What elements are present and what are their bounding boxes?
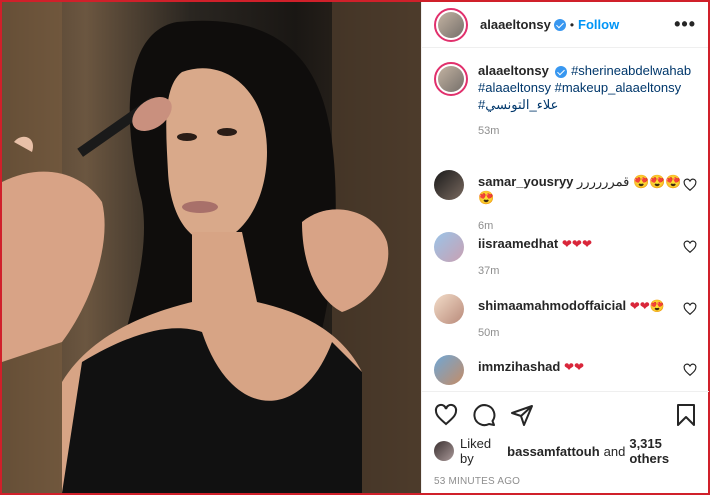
post-image[interactable] <box>2 2 421 493</box>
author-avatar[interactable] <box>434 7 468 42</box>
comment-time: 6m <box>478 220 494 232</box>
post-timestamp: 53 MINUTES AGO <box>434 476 521 487</box>
verified-icon <box>553 18 566 31</box>
comment-row: immzihashad ❤❤ <box>422 355 709 385</box>
likes-summary: Liked by bassamfattouh and 3,315 others <box>434 436 697 466</box>
commenter-username[interactable]: iisraamedhat <box>478 236 558 251</box>
hashtag-link[interactable]: #علاء_التونسي <box>478 97 558 112</box>
heart-icon[interactable] <box>683 363 697 377</box>
hashtag-link[interactable]: #sherineabdelwahab <box>571 63 691 78</box>
post-photo-illustration <box>2 2 421 493</box>
more-icon[interactable]: ••• <box>674 14 696 35</box>
post-side-panel: alaaeltonsy • Follow ••• alaaeltonsy #sh… <box>421 2 709 495</box>
commenter-avatar[interactable] <box>434 355 464 385</box>
bookmark-icon[interactable] <box>675 403 697 427</box>
heart-icon[interactable] <box>434 403 458 427</box>
comment-icon[interactable] <box>472 403 496 427</box>
post-actions: Liked by bassamfattouh and 3,315 others … <box>422 391 709 495</box>
comment-row: iisraamedhat ❤❤❤ 37m <box>422 232 709 277</box>
heart-icon[interactable] <box>683 302 697 316</box>
likes-prefix: Liked by <box>460 436 492 466</box>
likes-count[interactable]: 3,315 others <box>629 436 697 466</box>
commenter-avatar[interactable] <box>434 170 464 200</box>
comment-emoji: ❤❤ <box>563 360 585 374</box>
comment-time: 50m <box>478 327 500 339</box>
follow-button[interactable]: Follow <box>578 17 619 32</box>
commenter-username[interactable]: samar_yousryy <box>478 174 573 189</box>
heart-icon[interactable] <box>683 178 697 192</box>
separator-dot: • <box>569 17 575 32</box>
comment-time: 37m <box>478 265 500 277</box>
comment-emoji: ❤❤❤ <box>561 237 592 251</box>
commenter-username[interactable]: immzihashad <box>478 359 560 374</box>
likes-middle: and <box>603 443 626 459</box>
commenter-avatar[interactable] <box>434 232 464 262</box>
post-caption: alaaeltonsy #sherineabdelwahab #alaaelto… <box>422 48 708 140</box>
caption-avatar[interactable] <box>434 62 468 96</box>
comment-row: shimaamahmodoffaicial ❤❤😍 50m <box>422 294 709 339</box>
caption-username[interactable]: alaaeltonsy <box>478 63 549 78</box>
liker-avatar[interactable] <box>434 441 454 461</box>
caption-time: 53m <box>478 125 500 137</box>
hashtag-link[interactable]: #alaaeltonsy #makeup_alaaeltonsy <box>478 80 681 95</box>
share-icon[interactable] <box>510 403 534 427</box>
post-header: alaaeltonsy • Follow ••• <box>422 2 708 48</box>
liker-username[interactable]: bassamfattouh <box>507 444 599 459</box>
comment-emoji: ❤❤😍 <box>629 299 665 313</box>
commenter-username[interactable]: shimaamahmodoffaicial <box>478 298 626 313</box>
heart-icon[interactable] <box>683 240 697 254</box>
commenter-avatar[interactable] <box>434 294 464 324</box>
verified-icon <box>555 65 568 78</box>
comment-text: قمرررررر <box>577 174 630 189</box>
comment-row: samar_yousryy قمرررررر 😍😍😍😍 6m <box>422 170 709 232</box>
author-username[interactable]: alaaeltonsy <box>480 17 551 32</box>
